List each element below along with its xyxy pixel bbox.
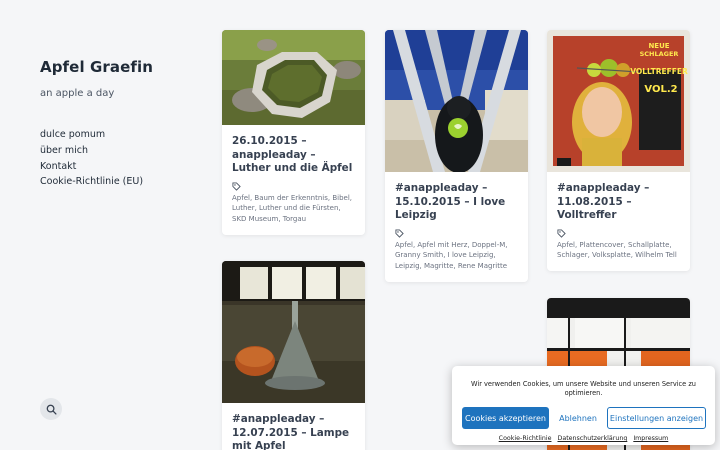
post-title[interactable]: #anappleaday – 15.10.2015 – I love Leipz… <box>395 182 518 223</box>
cookie-settings-button[interactable]: Einstellungen anzeigen <box>607 407 706 429</box>
post-card[interactable]: NEUE SCHLAGER VOLLTREFFER VOL.2 #anapple… <box>547 30 690 271</box>
post-thumbnail[interactable] <box>385 30 528 172</box>
tag-icon <box>232 182 241 191</box>
cookie-message: Wir verwenden Cookies, um unsere Website… <box>471 380 696 397</box>
record-cover-text: VOLLTREFFER <box>630 67 688 76</box>
menu-link[interactable]: Kontakt <box>40 161 76 172</box>
post-title[interactable]: #anappleaday – 12.07.2015 – Lampe mit Ap… <box>232 413 355 450</box>
record-cover-text: NEUE <box>648 42 669 50</box>
post-thumbnail[interactable] <box>222 30 365 125</box>
post-tags[interactable]: Apfel, Apfel mit Herz, Doppel-M, Granny … <box>395 240 518 272</box>
menu-item-ueber-mich[interactable]: über mich <box>40 143 200 159</box>
menu-link[interactable]: über mich <box>40 145 88 156</box>
post-title[interactable]: #anappleaday – 11.08.2015 – Volltreffer <box>557 182 680 223</box>
imprint-link[interactable]: Impressum <box>633 435 668 442</box>
sidebar: Apfel Graefin an apple a day dulce pomum… <box>40 58 200 190</box>
record-cover-text: VOL.2 <box>644 84 677 95</box>
post-tags[interactable]: Apfel, Plattencover, Schallplatte, Schla… <box>557 240 680 261</box>
post-card[interactable]: #anappleaday – 12.07.2015 – Lampe mit Ap… <box>222 261 365 450</box>
post-card[interactable]: #anappleaday – 15.10.2015 – I love Leipz… <box>385 30 528 282</box>
record-cover-text: SCHLAGER <box>640 50 679 58</box>
accept-cookies-button[interactable]: Cookies akzeptieren <box>462 407 549 429</box>
site-title[interactable]: Apfel Graefin <box>40 58 200 76</box>
menu-item-cookie-richtlinie[interactable]: Cookie-Richtlinie (EU) <box>40 174 200 190</box>
post-card[interactable]: 26.10.2015 – anappleaday – Luther und di… <box>222 30 365 235</box>
post-thumbnail[interactable]: NEUE SCHLAGER VOLLTREFFER VOL.2 <box>547 30 690 172</box>
tag-icon <box>395 229 404 238</box>
post-thumbnail[interactable] <box>222 261 365 403</box>
cookie-consent-banner: Wir verwenden Cookies, um unsere Website… <box>452 366 715 445</box>
menu-link[interactable]: Cookie-Richtlinie (EU) <box>40 176 143 187</box>
search-button[interactable] <box>40 398 62 420</box>
menu-item-dulce-pomum[interactable]: dulce pomum <box>40 127 200 143</box>
post-tags[interactable]: Apfel, Baum der Erkenntnis, Bibel, Luthe… <box>232 193 355 225</box>
main-menu: dulce pomum über mich Kontakt Cookie-Ric… <box>40 127 200 190</box>
privacy-policy-link[interactable]: Datenschutzerklärung <box>557 435 627 442</box>
site-tagline: an apple a day <box>40 88 115 99</box>
deny-cookies-button[interactable]: Ablehnen <box>555 407 601 429</box>
search-icon <box>46 404 57 415</box>
cookie-policy-link[interactable]: Cookie-Richtlinie <box>499 435 552 442</box>
tag-icon <box>557 229 566 238</box>
menu-link[interactable]: dulce pomum <box>40 129 105 140</box>
post-title[interactable]: 26.10.2015 – anappleaday – Luther und di… <box>232 135 355 176</box>
menu-item-kontakt[interactable]: Kontakt <box>40 159 200 175</box>
